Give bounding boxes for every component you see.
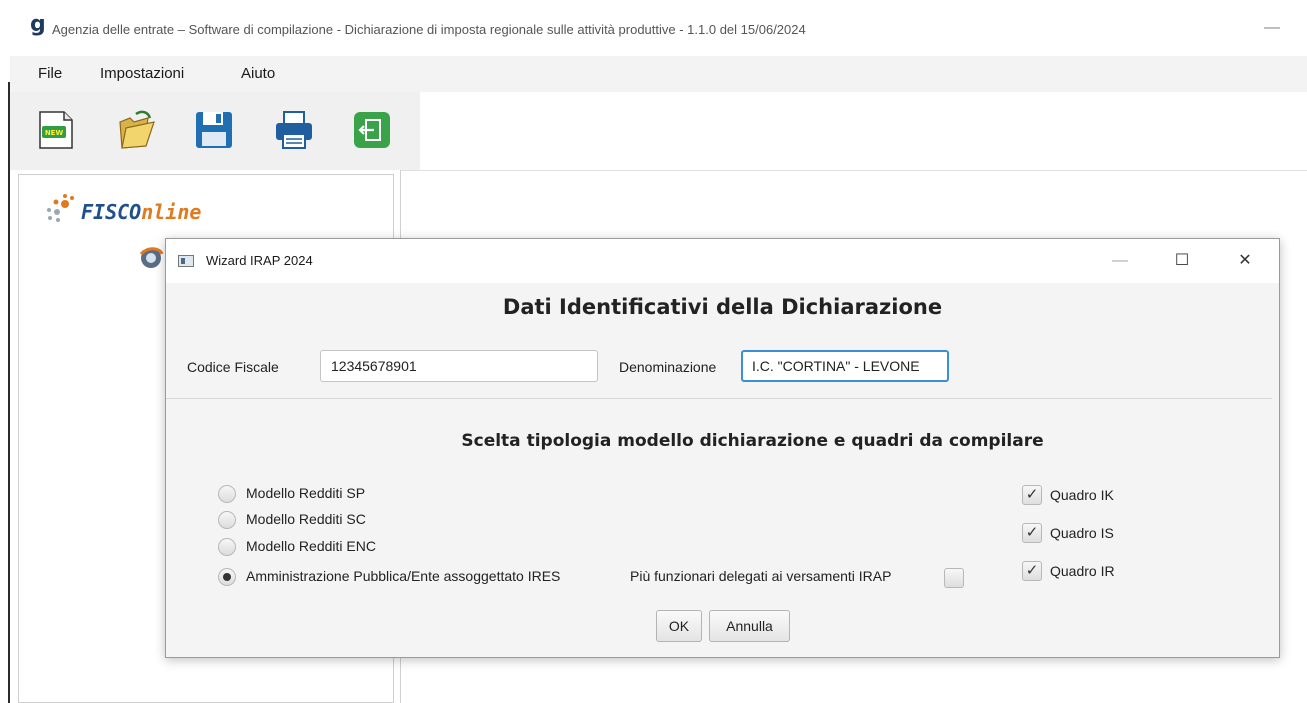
checkbox-quadro-ir[interactable]: ✓ Quadro IR	[1022, 561, 1142, 583]
app-titlebar: g Agenzia delle entrate – Software di co…	[0, 0, 1307, 56]
radio-button[interactable]	[218, 511, 236, 529]
menu-aiuto[interactable]: Aiuto	[241, 65, 275, 82]
exit-icon	[354, 112, 390, 148]
checkbox-quadro-is[interactable]: ✓ Quadro IS	[1022, 523, 1142, 545]
cancel-button[interactable]: Annulla	[709, 610, 790, 642]
denominazione-input[interactable]: I.C. "CORTINA" - LEVONE	[741, 350, 949, 382]
delegati-checkbox[interactable]	[944, 568, 964, 588]
fisconline-dots-icon	[47, 194, 74, 222]
menu-file[interactable]: File	[38, 65, 62, 82]
radio-modello-sc[interactable]: Modello Redditi SC	[218, 510, 538, 530]
menu-impostazioni[interactable]: Impostazioni	[100, 65, 184, 82]
dialog-window-icon	[178, 255, 194, 267]
dialog-title: Wizard IRAP 2024	[206, 253, 313, 268]
open-folder-icon	[119, 110, 155, 149]
radio-modello-enc[interactable]: Modello Redditi ENC	[218, 537, 538, 557]
toolbar-filler	[420, 92, 1307, 170]
exit-button[interactable]	[350, 108, 394, 152]
fisconline-text-fisco: FISCO	[81, 200, 142, 224]
radio-button[interactable]	[218, 485, 236, 503]
save-floppy-icon	[196, 112, 232, 148]
radio-amministrazione-pubblica[interactable]: Amministrazione Pubblica/Ente assoggetta…	[218, 567, 628, 587]
dialog-heading: Dati Identificativi della Dichiarazione	[502, 295, 943, 319]
save-button[interactable]	[192, 108, 236, 152]
check-mark-icon[interactable]: ✓	[1022, 561, 1042, 581]
dialog-separator	[166, 398, 1272, 399]
checkbox-quadro-ik[interactable]: ✓ Quadro IK	[1022, 485, 1142, 507]
radio-button[interactable]	[218, 538, 236, 556]
print-button[interactable]	[272, 108, 316, 152]
checkbox-label: Quadro IS	[1050, 525, 1114, 541]
checkbox-label: Quadro IR	[1050, 563, 1115, 579]
fisconline-text-online: nline	[141, 200, 202, 224]
window-edge	[8, 82, 10, 703]
radio-label: Amministrazione Pubblica/Ente assoggetta…	[246, 568, 561, 584]
delegati-label: Più funzionari delegati ai versamenti IR…	[630, 568, 892, 584]
check-mark-icon[interactable]: ✓	[1022, 523, 1042, 543]
dialog-maximize-button[interactable]: ☐	[1167, 249, 1197, 273]
print-icon	[276, 111, 312, 149]
ok-button[interactable]: OK	[656, 610, 702, 642]
fisconline-logo: FISCOnline	[45, 186, 245, 226]
dialog-subheading: Scelta tipologia modello dichiarazione e…	[461, 431, 1044, 451]
dialog-minimize-button[interactable]: —	[1105, 249, 1135, 273]
radio-label: Modello Redditi SC	[246, 511, 366, 527]
content-top-border	[400, 170, 1307, 171]
radio-button-selected[interactable]	[218, 568, 236, 586]
radio-label: Modello Redditi ENC	[246, 538, 376, 554]
new-document-button[interactable]: NEW	[34, 108, 78, 152]
menu-bar: File Impostazioni Aiuto	[10, 56, 1307, 92]
app-minimize-button[interactable]: —	[1262, 18, 1282, 38]
denominazione-label: Denominazione	[619, 359, 717, 375]
main-window: g Agenzia delle entrate – Software di co…	[0, 0, 1307, 703]
codice-fiscale-label: Codice Fiscale	[187, 359, 279, 375]
checkbox-label: Quadro IK	[1050, 487, 1114, 503]
toolbar: NEW	[10, 92, 420, 170]
app-logo-icon: g	[30, 12, 46, 37]
fisconline-text: FISCOnline	[81, 200, 201, 224]
open-button[interactable]	[114, 108, 158, 152]
dialog-close-button[interactable]: ✕	[1230, 249, 1260, 273]
app-title: Agenzia delle entrate – Software di comp…	[52, 22, 806, 37]
radio-label: Modello Redditi SP	[246, 485, 366, 501]
codice-fiscale-input[interactable]: 12345678901	[320, 350, 598, 382]
new-badge-text: NEW	[45, 129, 64, 137]
radio-modello-sp[interactable]: Modello Redditi SP	[218, 484, 538, 504]
dialog-titlebar: Wizard IRAP 2024 — ☐ ✕	[166, 239, 1279, 283]
web-globe-icon[interactable]	[138, 244, 164, 270]
check-mark-icon[interactable]: ✓	[1022, 485, 1042, 505]
new-document-icon: NEW	[39, 111, 73, 149]
wizard-dialog: Wizard IRAP 2024 — ☐ ✕ Dati Identificati…	[165, 238, 1280, 658]
